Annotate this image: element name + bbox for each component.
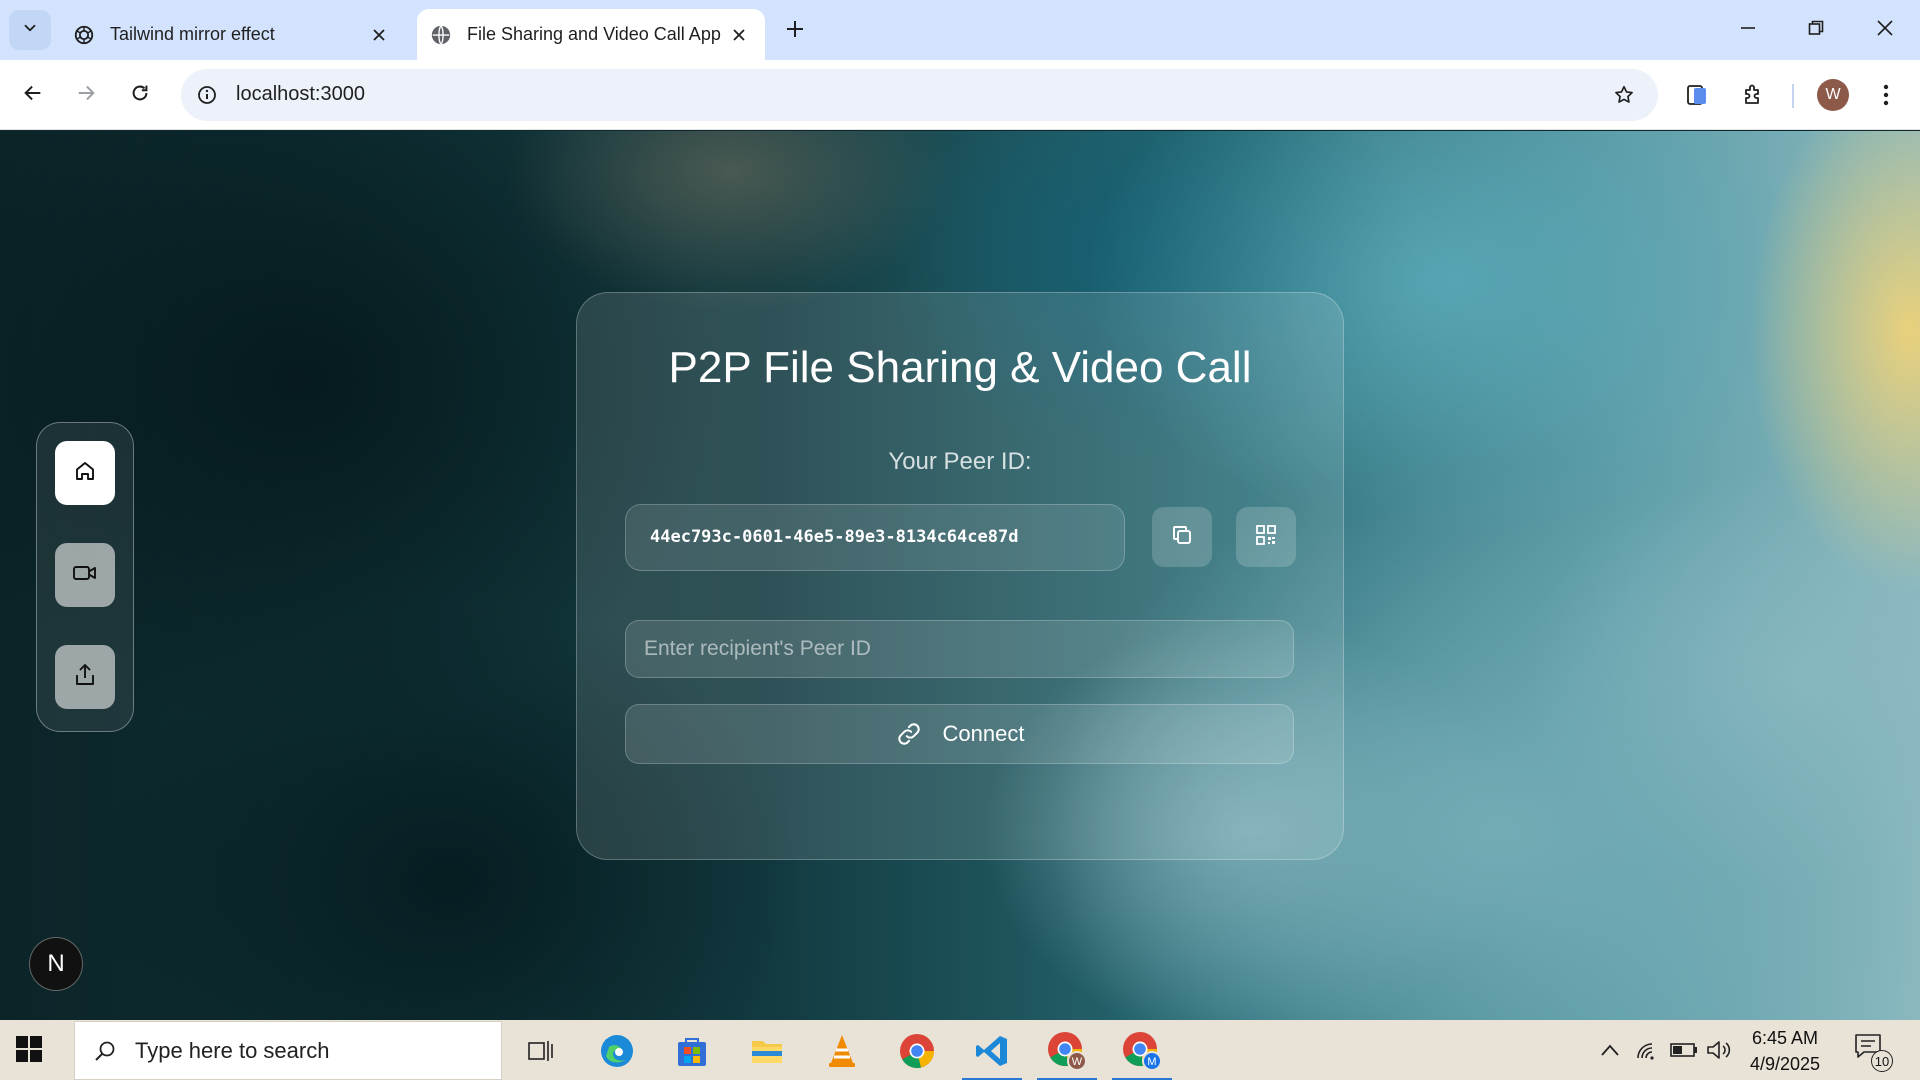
globe-icon	[429, 23, 453, 47]
reading-mode-icon[interactable]	[1677, 75, 1717, 115]
new-tab-button[interactable]	[778, 14, 812, 48]
chrome-profile-m-icon[interactable]: M	[1110, 1025, 1174, 1080]
menu-kebab-icon[interactable]	[1866, 75, 1906, 115]
reload-icon	[129, 82, 151, 109]
sidebar-item-file-share[interactable]	[55, 645, 115, 709]
restore-icon	[1808, 20, 1824, 41]
chevron-down-icon	[21, 19, 39, 42]
video-icon	[72, 561, 98, 590]
file-explorer-icon[interactable]	[735, 1025, 799, 1077]
tab-title: Tailwind mirror effect	[110, 24, 275, 44]
svg-text:W: W	[1072, 1056, 1083, 1068]
home-icon	[73, 459, 97, 488]
sidebar-item-video-call[interactable]	[55, 543, 115, 607]
tab-tailwind-mirror[interactable]: Tailwind mirror effect	[60, 9, 405, 60]
task-view-icon[interactable]	[508, 1025, 572, 1077]
battery-icon[interactable]	[1668, 1034, 1700, 1066]
bookmark-star-icon[interactable]	[1610, 81, 1638, 109]
restore-button[interactable]	[1788, 10, 1844, 50]
back-button[interactable]	[13, 75, 53, 115]
copy-icon	[1170, 523, 1194, 552]
share-icon	[73, 662, 97, 693]
arrow-left-icon	[22, 82, 44, 109]
clock-date: 4/9/2025	[1749, 1054, 1821, 1074]
notification-center-button[interactable]: 10	[1853, 1032, 1893, 1072]
close-icon	[1876, 19, 1894, 42]
openai-logo-icon	[72, 23, 96, 47]
chrome-icon[interactable]	[885, 1025, 949, 1077]
peer-id-label: Your Peer ID:	[888, 448, 1032, 475]
close-icon[interactable]	[727, 23, 751, 47]
tab-search-button[interactable]	[9, 10, 51, 50]
address-bar[interactable]: localhost:3000	[181, 69, 1658, 121]
edge-browser-icon[interactable]	[585, 1025, 649, 1077]
close-window-button[interactable]	[1857, 10, 1913, 50]
url-text: localhost:3000	[236, 83, 365, 105]
profile-avatar[interactable]: W	[1817, 79, 1849, 111]
reload-button[interactable]	[120, 75, 160, 115]
browser-titlebar: Tailwind mirror effect File Sharing and …	[0, 0, 1920, 60]
microsoft-store-icon[interactable]	[660, 1025, 724, 1077]
nextjs-dev-badge[interactable]: N	[29, 937, 83, 991]
tab-title: File Sharing and Video Call App	[467, 24, 721, 44]
search-placeholder: Type here to search	[135, 1037, 330, 1063]
arrow-right-icon	[75, 82, 97, 109]
toolbar-divider	[1792, 84, 1794, 108]
search-icon	[91, 1037, 119, 1065]
vlc-player-icon[interactable]	[810, 1025, 874, 1077]
connect-label: Connect	[942, 721, 1025, 746]
site-info-icon[interactable]	[193, 81, 221, 109]
clock-time: 6:45 AM	[1751, 1028, 1819, 1048]
side-navigation	[36, 422, 134, 732]
notification-count-badge: 10	[1871, 1050, 1893, 1072]
sidebar-item-home[interactable]	[55, 441, 115, 505]
windows-taskbar: Type here to search W M 6:45 AM 4/9/2025	[0, 1020, 1920, 1080]
minimize-icon	[1740, 20, 1756, 41]
peer-id-value: 44ec793c-0601-46e5-89e3-8134c64ce87d	[650, 527, 1019, 547]
volume-icon[interactable]	[1703, 1034, 1735, 1066]
windows-start-button[interactable]	[14, 1034, 48, 1068]
system-clock[interactable]: 6:45 AM 4/9/2025	[1740, 1025, 1830, 1077]
extensions-icon[interactable]	[1733, 75, 1773, 115]
link-icon	[895, 720, 923, 748]
tab-file-sharing[interactable]: File Sharing and Video Call App	[417, 9, 765, 60]
copy-peer-id-button[interactable]	[1152, 507, 1212, 567]
connect-card: P2P File Sharing & Video Call Your Peer …	[576, 292, 1344, 860]
vscode-icon[interactable]	[960, 1025, 1024, 1080]
page-title: P2P File Sharing & Video Call	[668, 343, 1252, 392]
recipient-peer-id-input[interactable]	[625, 620, 1294, 678]
svg-text:M: M	[1147, 1056, 1156, 1068]
chrome-profile-w-icon[interactable]: W	[1035, 1025, 1099, 1080]
page-background: P2P File Sharing & Video Call Your Peer …	[0, 131, 1920, 1020]
taskbar-search-box[interactable]: Type here to search	[74, 1021, 502, 1080]
peer-id-box: 44ec793c-0601-46e5-89e3-8134c64ce87d	[625, 504, 1125, 571]
browser-toolbar: localhost:3000 W	[0, 60, 1920, 130]
qr-code-icon	[1255, 524, 1277, 551]
forward-button[interactable]	[66, 75, 106, 115]
connect-button[interactable]: Connect	[625, 704, 1294, 764]
plus-icon	[785, 19, 805, 44]
close-icon[interactable]	[367, 23, 391, 47]
tray-chevron-up-icon[interactable]	[1594, 1034, 1626, 1066]
qr-code-button[interactable]	[1236, 507, 1296, 567]
minimize-button[interactable]	[1720, 10, 1776, 50]
wifi-icon[interactable]	[1632, 1034, 1664, 1066]
